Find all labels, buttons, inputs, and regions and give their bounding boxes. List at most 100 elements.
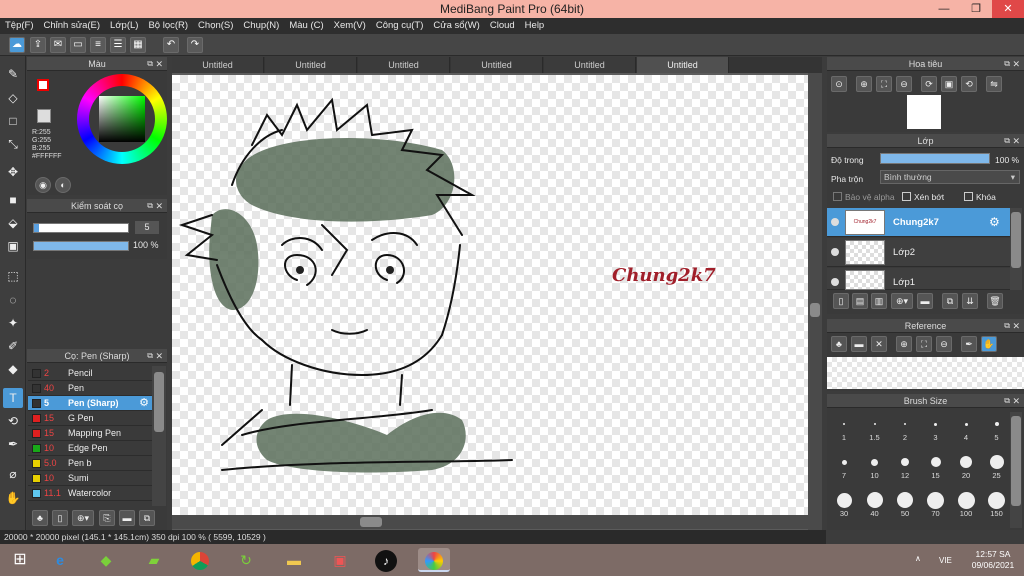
brush-list-item[interactable]: 5.0 Pen b: [28, 456, 152, 471]
brush-size-preset[interactable]: 150: [982, 488, 1012, 518]
menu-window[interactable]: Cửa sổ(W): [428, 18, 484, 31]
brush-size-value[interactable]: 5: [135, 221, 159, 234]
magic-wand-icon[interactable]: ✦: [3, 313, 23, 333]
layer-opacity-slider[interactable]: [880, 153, 990, 164]
brush-size-preset[interactable]: 10: [860, 450, 890, 480]
layer-visibility-icon[interactable]: [831, 218, 839, 226]
folder-brush-icon[interactable]: ▬: [119, 510, 135, 526]
brush-size-preset[interactable]: 3: [921, 412, 951, 442]
page-icon[interactable]: ≡: [90, 37, 106, 53]
grid-icon[interactable]: ▦: [130, 37, 146, 53]
brush-opacity-slider[interactable]: [33, 241, 129, 251]
brush-cloud-icon[interactable]: ♣: [32, 510, 48, 526]
protect-alpha-checkbox[interactable]: [833, 192, 842, 201]
add-layer-menu-icon[interactable]: ⊕▾: [891, 293, 913, 309]
layer-settings-icon[interactable]: ⚙: [989, 215, 1000, 229]
rect-select-icon[interactable]: □: [3, 111, 23, 131]
internet-explorer-icon[interactable]: e: [46, 548, 74, 572]
hue-wheel[interactable]: [77, 74, 167, 164]
text-tool-icon[interactable]: T: [3, 388, 23, 408]
tray-clock[interactable]: 12:57 SA 09/06/2021: [968, 549, 1018, 571]
brush-size-preset[interactable]: 100: [951, 488, 981, 518]
lock-checkbox[interactable]: [964, 192, 973, 201]
export-icon[interactable]: ⇪: [30, 37, 46, 53]
document-tab[interactable]: Untitled: [358, 57, 450, 73]
menu-tools[interactable]: Công cụ(T): [371, 18, 429, 31]
rotate-icon[interactable]: ⟳: [921, 76, 937, 92]
layer-visibility-icon[interactable]: [831, 278, 839, 286]
document-tab-active[interactable]: Untitled: [637, 57, 729, 73]
new-layer-icon[interactable]: ▯: [833, 293, 849, 309]
menu-filter[interactable]: Bộ lọc(R): [143, 18, 193, 31]
brush-list-item[interactable]: 5 Pen (Sharp) ⚙: [28, 396, 152, 411]
file-explorer-icon[interactable]: ▬: [280, 548, 308, 572]
new-8bit-layer-icon[interactable]: ▥: [871, 293, 887, 309]
delete-layer-icon[interactable]: 🗑: [987, 293, 1003, 309]
menu-layer[interactable]: Lớp(L): [105, 18, 143, 31]
brush-size-preset[interactable]: 1.5: [860, 412, 890, 442]
brush-size-preset[interactable]: 40: [860, 488, 890, 518]
brush-list-item[interactable]: 40 Pen: [28, 381, 152, 396]
canvas-vertical-scrollbar[interactable]: [808, 73, 822, 530]
document-tab[interactable]: Untitled: [172, 57, 264, 73]
bluestacks-icon[interactable]: ▰: [140, 548, 168, 572]
hand-tool-icon[interactable]: ✋: [3, 488, 23, 508]
reference-cloud-icon[interactable]: ♣: [831, 336, 847, 352]
drawing-canvas[interactable]: Chung2k7: [172, 75, 808, 515]
color-swap-icon[interactable]: ◐: [55, 177, 71, 193]
input-language[interactable]: VIE: [939, 556, 952, 565]
brush-tool-icon[interactable]: ✎: [3, 64, 23, 84]
zoom-out-icon[interactable]: ⊖: [896, 76, 912, 92]
layer-scrollbar[interactable]: [1010, 208, 1022, 290]
undo-icon[interactable]: ↶: [163, 37, 179, 53]
cloud-icon[interactable]: ☁: [9, 37, 25, 53]
brush-size-preset[interactable]: 2: [890, 412, 920, 442]
document-tab[interactable]: Untitled: [451, 57, 543, 73]
layer-row[interactable]: Lớp1: [827, 268, 1021, 290]
brush-size-preset[interactable]: 30: [829, 488, 859, 518]
windows-start-icon[interactable]: ⊞: [6, 548, 34, 572]
reference-dropper-icon[interactable]: ✒: [961, 336, 977, 352]
menu-help[interactable]: Help: [520, 18, 550, 31]
reset-view-icon[interactable]: ▣: [941, 76, 957, 92]
brush-size-preset[interactable]: 5: [982, 412, 1012, 442]
menu-cloud[interactable]: Cloud: [485, 18, 520, 31]
zoom-icon[interactable]: ⊙: [831, 76, 847, 92]
layer-row[interactable]: Chung2k7 Chung2k7 ⚙: [827, 208, 1021, 237]
brush-size-preset[interactable]: 4: [951, 412, 981, 442]
chat-icon[interactable]: ✉: [50, 37, 66, 53]
brush-size-scrollbar[interactable]: [1010, 412, 1022, 528]
add-brush-icon[interactable]: ⊕▾: [72, 510, 94, 526]
bucket-tool-icon[interactable]: ⬙: [3, 213, 23, 233]
brush-list-item[interactable]: 2 Pencil: [28, 366, 152, 381]
refresh-app-icon[interactable]: ↻: [232, 548, 260, 572]
powerpoint-icon[interactable]: ▣: [326, 548, 354, 572]
foreground-color-swatch[interactable]: [37, 79, 49, 91]
dropper-tool-icon[interactable]: ✒: [3, 434, 23, 454]
brush-size-preset[interactable]: 20: [951, 450, 981, 480]
palette-icon[interactable]: ◉: [35, 177, 51, 193]
new-halftone-layer-icon[interactable]: ▤: [852, 293, 868, 309]
move-tool-icon[interactable]: ✥: [3, 162, 23, 182]
redo-icon[interactable]: ↷: [187, 37, 203, 53]
operation-tool-icon[interactable]: ⟲: [3, 411, 23, 431]
gradient-tool-icon[interactable]: ▣: [3, 236, 23, 256]
fit-icon[interactable]: ⛶: [876, 76, 892, 92]
brush-size-preset[interactable]: 25: [982, 450, 1012, 480]
transparent-swatch[interactable]: [37, 109, 51, 123]
comment-icon[interactable]: ▭: [70, 37, 86, 53]
fill-stroke-icon[interactable]: ⤡: [3, 134, 23, 154]
navigator-preview[interactable]: [907, 95, 941, 129]
chrome-icon[interactable]: [186, 548, 214, 572]
brush-size-preset[interactable]: 12: [890, 450, 920, 480]
copy-brush-icon[interactable]: ⎘: [99, 510, 115, 526]
blend-mode-select[interactable]: Bình thường ▾: [880, 170, 1020, 184]
zoom-in-icon[interactable]: ⊕: [856, 76, 872, 92]
eraser-tool-icon[interactable]: ◇: [3, 88, 23, 108]
close-button[interactable]: ✕: [992, 0, 1024, 18]
medibang-taskbar-icon[interactable]: [418, 548, 450, 572]
rotate-left-icon[interactable]: ⟲: [961, 76, 977, 92]
reference-fit-icon[interactable]: ⛶: [916, 336, 932, 352]
tray-arrow-icon[interactable]: ∧: [915, 554, 921, 563]
select-tool-icon[interactable]: ⬚: [3, 266, 23, 286]
